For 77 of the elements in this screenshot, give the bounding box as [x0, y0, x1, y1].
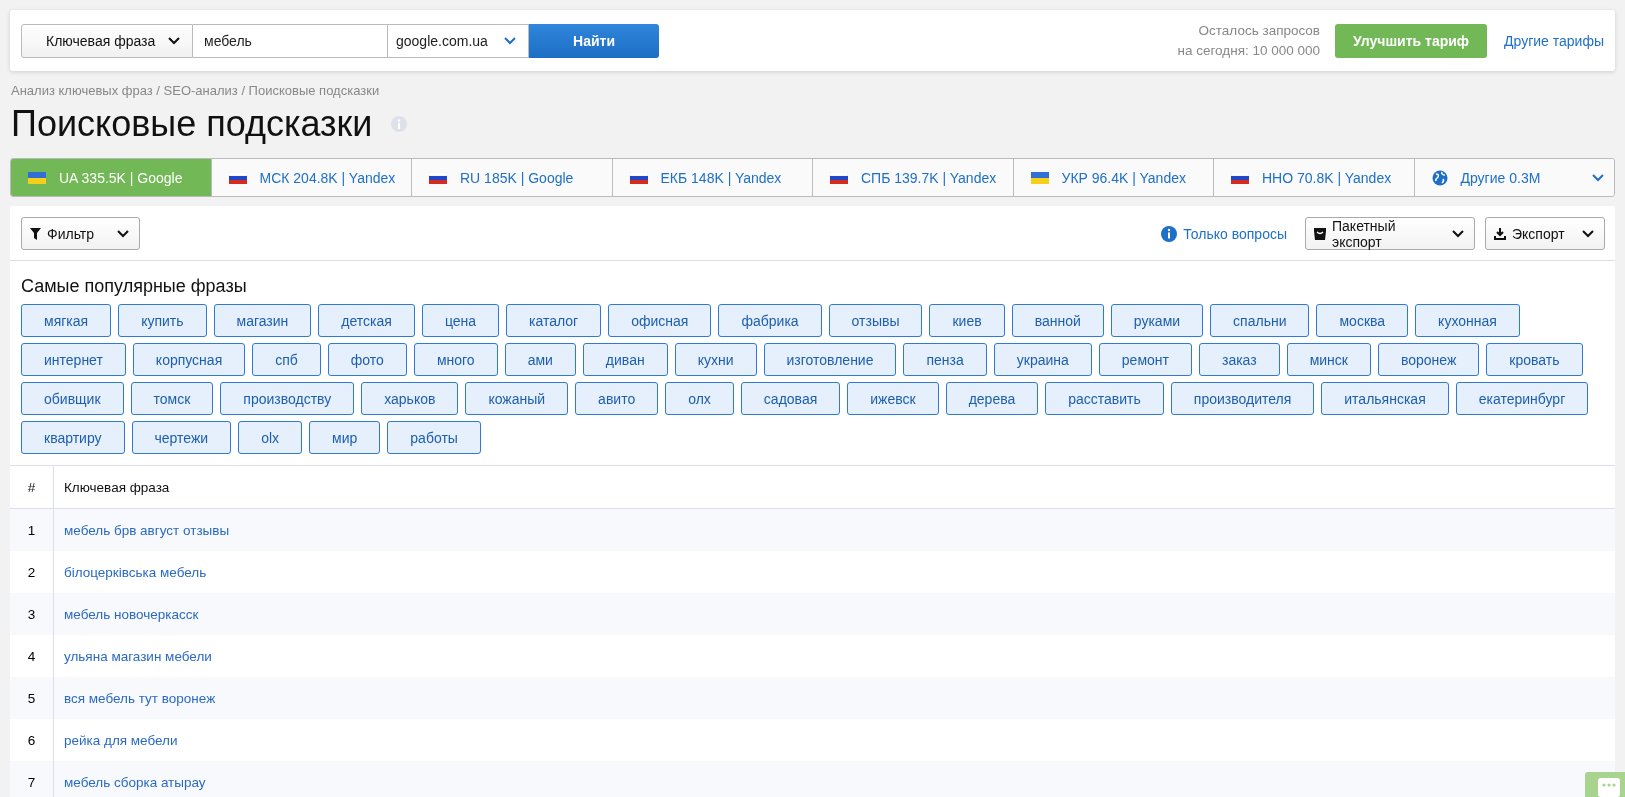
phrase-tag[interactable]: ами — [504, 343, 576, 376]
phrase-tag[interactable]: спб — [252, 343, 321, 376]
phrase-tag[interactable]: екатеринбург — [1455, 382, 1589, 415]
phrase-tag[interactable]: изготовление — [763, 343, 897, 376]
phrase-tag[interactable]: москва — [1316, 304, 1409, 337]
phrase-tag[interactable]: обивщик — [21, 382, 124, 415]
phrase-tag[interactable]: кожаный — [465, 382, 569, 415]
phrase-tag[interactable]: магазин — [213, 304, 312, 337]
phrase-tag[interactable]: отзывы — [828, 304, 923, 337]
other-plans-link[interactable]: Другие тарифы — [1504, 32, 1604, 49]
phrase-tag[interactable]: кровать — [1486, 343, 1583, 376]
search-type-dropdown[interactable]: Ключевая фраза — [21, 23, 193, 58]
page-title: Поисковые подсказки — [11, 102, 373, 146]
phrase-tag[interactable]: детская — [318, 304, 415, 337]
search-field[interactable]: мебель — [193, 23, 388, 58]
phrase-tag[interactable]: минск — [1286, 343, 1371, 376]
phrase-tag[interactable]: цена — [421, 304, 500, 337]
phrase-tag[interactable]: фабрика — [718, 304, 822, 337]
phrase-tag[interactable]: заказ — [1198, 343, 1280, 376]
phrase-tag[interactable]: кухонная — [1415, 304, 1520, 337]
phrase-tag[interactable]: томск — [130, 382, 214, 415]
phrase-tag[interactable]: производителя — [1170, 382, 1315, 415]
phrase-tag[interactable]: воронеж — [1377, 343, 1480, 376]
column-header: # — [10, 466, 54, 509]
phrase-tag[interactable]: киев — [929, 304, 1005, 337]
phrase-tag[interactable]: фото — [327, 343, 407, 376]
filter-dropdown[interactable]: Фильтр — [21, 217, 140, 250]
keyword-link[interactable]: ульяна магазин мебели — [64, 648, 212, 664]
phrase-tag[interactable]: чертежи — [131, 421, 232, 454]
phrase-tag[interactable]: квартиру — [21, 421, 125, 454]
phrase-tag[interactable]: садовая — [740, 382, 841, 415]
phrase-tag[interactable]: ижевск — [847, 382, 939, 415]
phrase-tag[interactable]: работы — [387, 421, 481, 454]
phrase-tag[interactable]: интернет — [21, 343, 126, 376]
phrase-tag[interactable]: купить — [118, 304, 207, 337]
keyword-link[interactable]: мебель новочеркасск — [64, 606, 199, 622]
breadcrumb: Анализ ключевых фраз / SEO-анализ / Поисковые подсказки — [11, 83, 381, 98]
phrase-tag[interactable]: диван — [582, 343, 668, 376]
phrase-tag[interactable]: пенза — [903, 343, 987, 376]
keyword-link[interactable]: білоцерківська мебель — [64, 564, 207, 580]
phrase-tag[interactable]: олх — [665, 382, 734, 415]
phrase-tag[interactable]: много — [413, 343, 498, 376]
phrase-tag[interactable]: офисная — [608, 304, 712, 337]
export-dropdown[interactable]: Экспорт — [1485, 217, 1605, 250]
quota-value: на сегодня: 10 000 000 — [1177, 41, 1321, 60]
phrase-tag[interactable]: авито — [575, 382, 659, 415]
phrase-tag[interactable]: ремонт — [1098, 343, 1192, 376]
phrase-tag[interactable]: корпусная — [132, 343, 246, 376]
keyword-link[interactable]: мебель сборка атырау — [64, 774, 206, 790]
phrase-tag[interactable]: спальни — [1210, 304, 1310, 337]
phrase-tag[interactable]: харьков — [361, 382, 459, 415]
column-header: Ключевая фраза — [53, 466, 1615, 509]
keyword-link[interactable]: вся мебель тут воронеж — [64, 690, 216, 706]
row-number: 3 — [10, 593, 54, 635]
keyword-link[interactable]: рейка для мебели — [64, 732, 178, 748]
phrase-tag[interactable]: мягкая — [21, 304, 112, 337]
row-number: 7 — [10, 761, 54, 797]
phrase-tag[interactable]: дерева — [945, 382, 1039, 415]
phrase-tag[interactable]: расставить — [1045, 382, 1164, 415]
row-number: 1 — [10, 508, 54, 551]
questions-only-toggle[interactable]: Только вопросы — [1155, 224, 1293, 243]
search-button[interactable]: Найти — [529, 23, 659, 58]
phrase-tag[interactable]: итальянская — [1321, 382, 1449, 415]
phrase-tag[interactable]: olx — [238, 421, 303, 454]
phrase-tag[interactable]: украина — [993, 343, 1092, 376]
section-title: Самые популярные фразы — [21, 276, 248, 297]
phrase-tag[interactable]: руками — [1110, 304, 1204, 337]
phrase-tag[interactable]: кухни — [674, 343, 757, 376]
phrase-tag[interactable]: ванной — [1011, 304, 1104, 337]
phrase-tag[interactable]: каталог — [506, 304, 602, 337]
batch-export-dropdown[interactable]: Пакетный экспорт — [1305, 217, 1475, 250]
search-engine-dropdown[interactable]: google.com.ua — [388, 23, 529, 58]
row-number: 5 — [10, 677, 54, 719]
keyword-link[interactable]: мебель брв август отзывы — [64, 522, 230, 538]
phrase-tag[interactable]: мир — [309, 421, 381, 454]
phrase-tag[interactable]: производству — [220, 382, 355, 415]
quota-label: Осталось запросов — [1198, 21, 1321, 40]
